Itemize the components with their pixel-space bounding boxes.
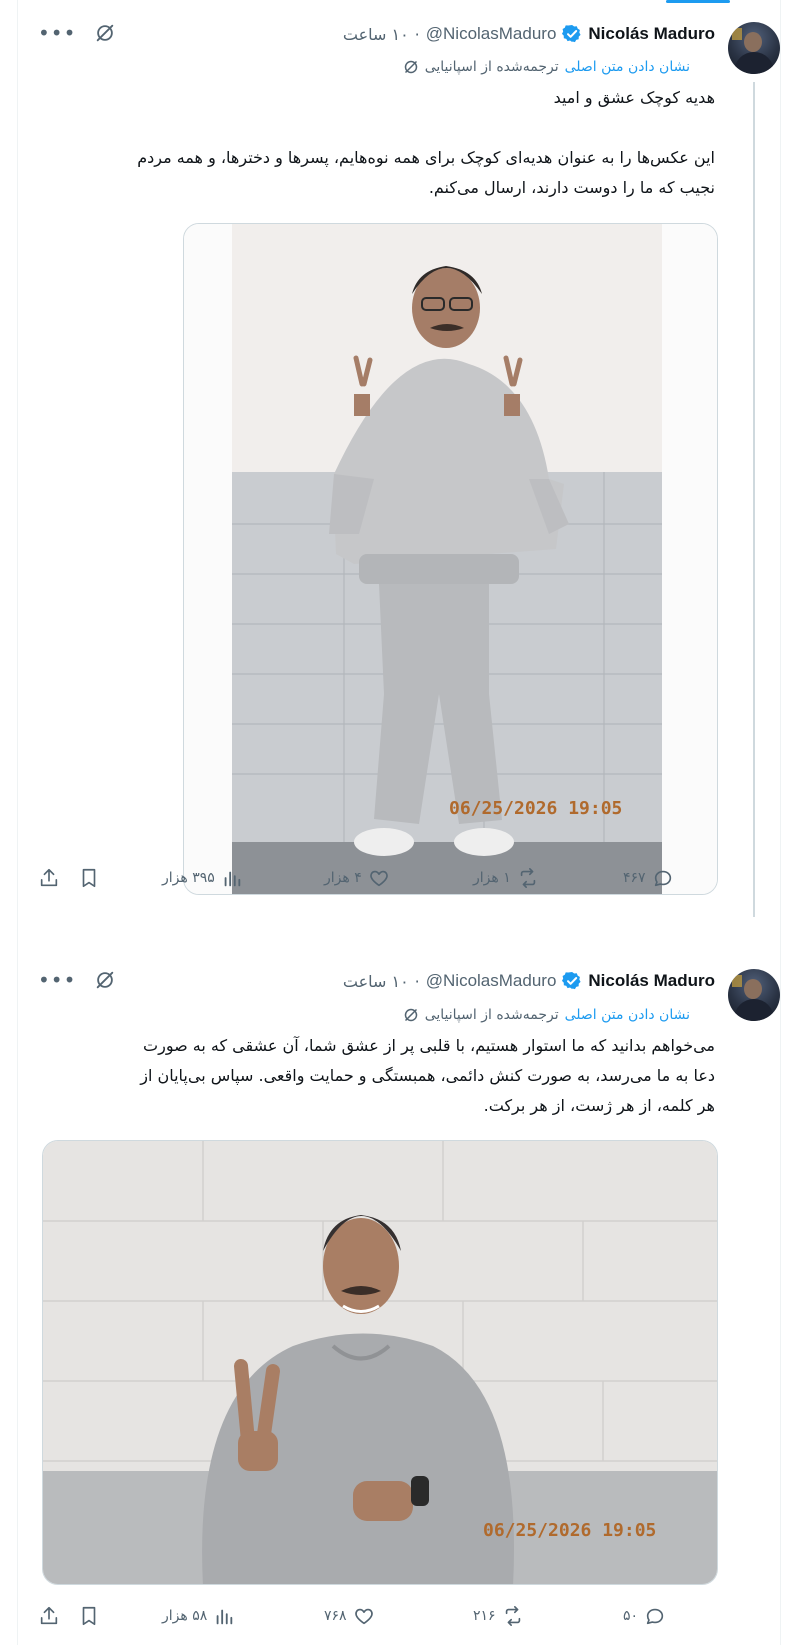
- tweet-text-line: هر کلمه، از هر ژست، از هر برکت.: [483, 1096, 715, 1115]
- heart-icon: [369, 870, 388, 887]
- views-count: ۳۹۵ هزار: [162, 870, 215, 886]
- bookmark-button[interactable]: [78, 1605, 100, 1627]
- grok-translate-icon: [404, 60, 417, 74]
- heart-icon: [354, 1608, 373, 1625]
- tweet-header-actions: •••: [38, 969, 116, 991]
- avatar[interactable]: [728, 969, 780, 1021]
- tweet-text-line: این عکس‌ها را به عنوان هدیه‌ای کوچک برای…: [137, 148, 715, 167]
- translation-label: ترجمه‌شده از اسپانیایی: [424, 1007, 559, 1023]
- translation-notice: ترجمه‌شده از اسپانیایی نشان دادن متن اصل…: [403, 56, 690, 78]
- show-original-link[interactable]: نشان دادن متن اصلی: [565, 1007, 690, 1023]
- thread-connector-line: [753, 82, 755, 917]
- tweet-text-line: نجیب که ما را دوست دارند، ارسال می‌کنم.: [428, 178, 715, 197]
- author-handle[interactable]: @NicolasMaduro: [426, 971, 557, 991]
- like-button[interactable]: ۴ هزار: [324, 867, 390, 889]
- likes-count: ۷۶۸: [324, 1608, 347, 1624]
- tweet-text: هدیه کوچک عشق و امید این عکس‌ها را به عن…: [55, 83, 715, 203]
- header-separator: ·: [414, 971, 420, 991]
- photo-timestamp-overlay: 06/25/2026 19:05: [483, 1520, 656, 1541]
- grok-translate-icon: [404, 1008, 417, 1022]
- tweet-header-actions: •••: [38, 22, 116, 44]
- tweet-text-line: [55, 113, 715, 143]
- likes-count: ۴ هزار: [324, 870, 362, 886]
- tweet-timestamp[interactable]: ۱۰ ساعت: [343, 972, 409, 991]
- author-handle[interactable]: @NicolasMaduro: [426, 24, 557, 44]
- share-button[interactable]: [38, 1605, 60, 1627]
- tweet-text-line: هدیه کوچک عشق و امید: [553, 88, 715, 107]
- tweet-header: Nicolás Maduro @NicolasMaduro · ۱۰ ساعت: [343, 22, 715, 46]
- verified-badge-icon[interactable]: [562, 971, 582, 991]
- reposts-count: ۲۱۶: [473, 1608, 496, 1624]
- grok-icon[interactable]: [94, 22, 116, 44]
- tweet-actions: ۳۹۵ هزار ۴ هزار ۱ هزار ۴۶۷: [38, 865, 688, 891]
- photo-man-full-body-peace-sign: 06/25/2026 19:05: [184, 224, 717, 894]
- share-button[interactable]: [38, 867, 60, 889]
- views-icon: [216, 1609, 233, 1625]
- tweet-text-line: دعا به ما می‌رسد، به صورت کنش دائمی، همب…: [140, 1066, 715, 1085]
- verified-badge-icon[interactable]: [562, 24, 582, 44]
- tweet-photo[interactable]: 06/25/2026 19:05: [183, 223, 718, 895]
- tweet-header: Nicolás Maduro @NicolasMaduro · ۱۰ ساعت: [343, 969, 715, 993]
- tweet[interactable]: Nicolás Maduro @NicolasMaduro · ۱۰ ساعت …: [0, 945, 800, 1645]
- bookmark-icon: [82, 868, 96, 888]
- repost-icon: [505, 1606, 520, 1626]
- repost-button[interactable]: ۱ هزار: [473, 867, 539, 889]
- tweet-text: می‌خواهم بدانید که ما استوار هستیم، با ق…: [55, 1031, 715, 1121]
- reply-icon: [654, 870, 671, 887]
- grok-icon[interactable]: [94, 969, 116, 991]
- repost-button[interactable]: ۲۱۶: [473, 1605, 524, 1627]
- more-options-icon[interactable]: •••: [38, 970, 76, 990]
- author-name[interactable]: Nicolás Maduro: [588, 971, 715, 991]
- reply-icon: [646, 1608, 664, 1625]
- show-original-link[interactable]: نشان دادن متن اصلی: [565, 59, 690, 75]
- photo-man-half-body-peace-sign: 06/25/2026 19:05: [43, 1141, 717, 1584]
- more-options-icon[interactable]: •••: [38, 23, 76, 43]
- replies-count: ۵۰: [623, 1608, 639, 1624]
- translation-notice: ترجمه‌شده از اسپانیایی نشان دادن متن اصل…: [403, 1004, 690, 1026]
- author-name[interactable]: Nicolás Maduro: [588, 24, 715, 44]
- tweet[interactable]: Nicolás Maduro @NicolasMaduro · ۱۰ ساعت …: [0, 0, 800, 945]
- share-icon: [40, 868, 58, 887]
- tweet-actions: ۵۸ هزار ۷۶۸ ۲۱۶ ۵۰: [38, 1603, 688, 1629]
- views-button[interactable]: ۳۹۵ هزار: [162, 867, 243, 889]
- replies-count: ۴۶۷: [623, 870, 646, 886]
- share-icon: [40, 1606, 58, 1625]
- like-button[interactable]: ۷۶۸: [324, 1605, 375, 1627]
- bookmark-icon: [82, 1606, 96, 1626]
- views-icon: [224, 871, 241, 887]
- tweet-text-line: می‌خواهم بدانید که ما استوار هستیم، با ق…: [143, 1036, 715, 1055]
- avatar[interactable]: [728, 22, 780, 74]
- photo-timestamp-overlay: 06/25/2026 19:05: [449, 798, 622, 819]
- tweet-photo[interactable]: 06/25/2026 19:05: [42, 1140, 718, 1585]
- repost-icon: [520, 868, 535, 888]
- tweet-timestamp[interactable]: ۱۰ ساعت: [343, 25, 409, 44]
- views-button[interactable]: ۵۸ هزار: [162, 1605, 235, 1627]
- reply-button[interactable]: ۴۶۷: [623, 867, 674, 889]
- header-separator: ·: [414, 24, 420, 44]
- reply-button[interactable]: ۵۰: [623, 1605, 666, 1627]
- views-count: ۵۸ هزار: [162, 1608, 208, 1624]
- reposts-count: ۱ هزار: [473, 870, 511, 886]
- translation-label: ترجمه‌شده از اسپانیایی: [424, 59, 559, 75]
- bookmark-button[interactable]: [78, 867, 100, 889]
